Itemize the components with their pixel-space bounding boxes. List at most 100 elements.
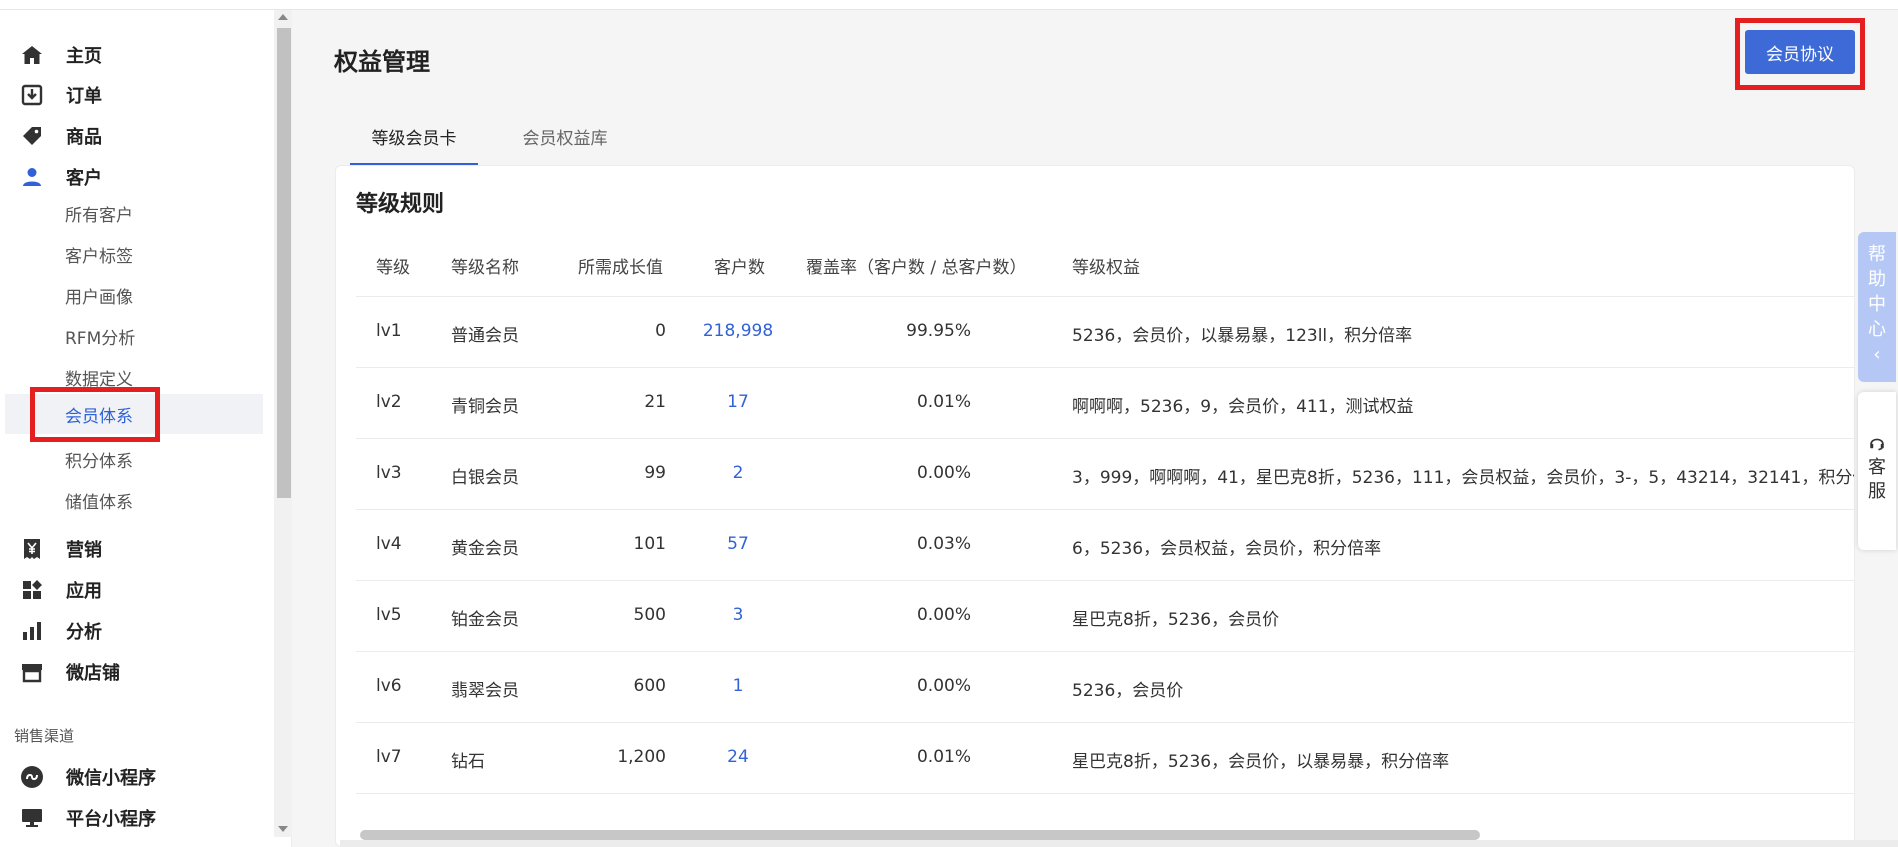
sidebar-subitem-label: 所有客户 — [65, 205, 133, 226]
cell-name: 黄金会员 — [451, 539, 519, 559]
cell-growth: 600 — [633, 676, 666, 696]
cell-coverage: 0.01% — [916, 392, 971, 412]
table-row: lv5 铂金会员 500 3 0.00% 星巴克8折，5236，会员价 — [356, 580, 1854, 651]
sidebar-subitem-label: 客户标签 — [65, 246, 133, 267]
table-row: lv2 青铜会员 21 17 0.01% 啊啊啊，5236，9，会员价，411，… — [356, 367, 1854, 438]
cell-coverage: 0.00% — [916, 605, 971, 625]
tab-level-card[interactable]: 等级会员卡 — [350, 112, 478, 166]
cell-benefits: 5236，会员价 — [1072, 681, 1184, 701]
cell-coverage: 0.01% — [916, 747, 971, 767]
chevron-left-icon: ‹ — [1873, 344, 1881, 365]
user-icon — [14, 162, 50, 192]
cell-customers-link[interactable]: 24 — [688, 747, 788, 767]
headset-icon — [1868, 434, 1886, 459]
cell-benefits: 3，999，啊啊啊，41，星巴克8折，5236，111，会员权益，会员价，3-，… — [1072, 468, 1855, 488]
cell-level: lv4 — [376, 534, 402, 554]
help-center-char: 助 — [1868, 269, 1886, 290]
sidebar-subitem-label: 用户画像 — [65, 287, 133, 308]
column-header-coverage: 覆盖率（客户数 / 总客户数） — [806, 258, 1027, 278]
mini-program-icon — [14, 762, 50, 792]
sales-channels-heading: 销售渠道 — [14, 727, 75, 745]
sidebar-item-label: 分析 — [66, 622, 102, 643]
card-title: 等级规则 — [356, 192, 445, 217]
sidebar-item-label: 商品 — [66, 127, 102, 148]
cell-level: lv1 — [376, 321, 402, 341]
scroll-down-icon[interactable] — [278, 826, 288, 832]
sidebar-item-wechat-mini[interactable]: 微信小程序 — [14, 757, 156, 797]
page-title: 权益管理 — [334, 48, 430, 76]
help-center-char: 帮 — [1868, 244, 1886, 265]
sidebar-subitem-label: 储值体系 — [65, 492, 133, 513]
cell-benefits: 星巴克8折，5236，会员价 — [1072, 610, 1280, 630]
cell-name: 铂金会员 — [451, 610, 519, 630]
column-header-benefits: 等级权益 — [1072, 258, 1140, 278]
help-center-char: 心 — [1868, 319, 1886, 340]
sidebar-item-label: 微店铺 — [66, 663, 120, 684]
cell-benefits: 啊啊啊，5236，9，会员价，411，测试权益 — [1072, 397, 1414, 417]
cell-customers-link[interactable]: 17 — [688, 392, 788, 412]
service-char: 客 — [1868, 457, 1886, 478]
column-header-customers: 客户数 — [714, 258, 765, 278]
cell-benefits: 星巴克8折，5236，会员价，以暴易暴，积分倍率 — [1072, 752, 1450, 772]
table-row: lv6 翡翠会员 600 1 0.00% 5236，会员价 — [356, 651, 1854, 722]
sidebar-item-label: 主页 — [66, 46, 102, 67]
cell-customers-link[interactable]: 218,998 — [688, 321, 788, 341]
sidebar-subitem-rfm[interactable]: RFM分析 — [5, 316, 263, 356]
cell-growth: 0 — [655, 321, 666, 341]
cell-customers-link[interactable]: 3 — [688, 605, 788, 625]
help-center-tab[interactable]: 帮 助 中 心 ‹ — [1858, 232, 1896, 382]
cell-level: lv6 — [376, 676, 402, 696]
customer-service-tab[interactable]: 客 服 — [1858, 392, 1896, 550]
service-char: 服 — [1868, 481, 1886, 502]
yen-receipt-icon — [14, 534, 50, 564]
cell-growth: 500 — [633, 605, 666, 625]
sidebar-item-platform-mini[interactable]: 平台小程序 — [14, 798, 156, 838]
sidebar-item-customers[interactable]: 客户 — [14, 157, 102, 197]
sidebar-item-products[interactable]: 商品 — [14, 116, 102, 156]
sidebar-item-label: 客户 — [66, 168, 102, 189]
sidebar-scroll-thumb[interactable] — [277, 28, 291, 498]
bottom-strip — [340, 840, 1898, 847]
sidebar-subitem-label: 积分体系 — [65, 451, 133, 472]
sidebar-item-label: 平台小程序 — [66, 809, 156, 830]
sidebar-item-label: 应用 — [66, 581, 102, 602]
home-icon — [14, 40, 50, 70]
cell-customers-link[interactable]: 57 — [688, 534, 788, 554]
table-row: lv1 普通会员 0 218,998 99.95% 5236，会员价，以暴易暴，… — [356, 296, 1854, 367]
cell-name: 白银会员 — [451, 468, 519, 488]
order-download-icon — [14, 80, 50, 110]
tab-benefit-library[interactable]: 会员权益库 — [501, 112, 629, 166]
cell-customers-link[interactable]: 2 — [688, 463, 788, 483]
sidebar-subitem-customer-tags[interactable]: 客户标签 — [5, 234, 263, 274]
monitor-icon — [14, 803, 50, 833]
sidebar-subitem-all-customers[interactable]: 所有客户 — [5, 193, 263, 233]
cell-coverage: 0.00% — [916, 676, 971, 696]
member-agreement-button[interactable]: 会员协议 — [1745, 30, 1855, 74]
sidebar-item-home[interactable]: 主页 — [14, 35, 102, 75]
column-header-name: 等级名称 — [451, 258, 519, 278]
sidebar-subitem-label: RFM分析 — [65, 328, 136, 349]
table-row: lv3 白银会员 99 2 0.00% 3，999，啊啊啊，41，星巴克8折，5… — [356, 438, 1855, 509]
sidebar-item-apps[interactable]: 应用 — [14, 570, 102, 610]
cell-growth: 99 — [644, 463, 666, 483]
table-horizontal-scrollbar[interactable] — [360, 830, 1480, 840]
sidebar-item-analytics[interactable]: 分析 — [14, 611, 102, 651]
help-center-char: 中 — [1868, 294, 1886, 315]
cell-coverage: 0.03% — [916, 534, 971, 554]
top-bar — [0, 0, 1898, 10]
sidebar-item-orders[interactable]: 订单 — [14, 75, 102, 115]
sidebar-subitem-stored-value[interactable]: 储值体系 — [5, 480, 263, 520]
highlight-box-membership — [30, 387, 160, 442]
cell-coverage: 0.00% — [916, 463, 971, 483]
apps-grid-icon — [14, 575, 50, 605]
cell-customers-link[interactable]: 1 — [688, 676, 788, 696]
sidebar-item-store[interactable]: 微店铺 — [14, 652, 120, 692]
sidebar-subitem-label: 数据定义 — [65, 369, 133, 390]
scroll-up-icon[interactable] — [278, 14, 288, 20]
level-rules-card: 等级规则 等级 等级名称 所需成长值 客户数 覆盖率（客户数 / 总客户数） 等… — [335, 165, 1855, 847]
sidebar-subitem-user-portrait[interactable]: 用户画像 — [5, 275, 263, 315]
sidebar-item-label: 营销 — [66, 540, 102, 561]
sidebar-item-marketing[interactable]: 营销 — [14, 529, 102, 569]
cell-name: 普通会员 — [451, 326, 519, 346]
sidebar-subitem-points[interactable]: 积分体系 — [5, 439, 263, 479]
